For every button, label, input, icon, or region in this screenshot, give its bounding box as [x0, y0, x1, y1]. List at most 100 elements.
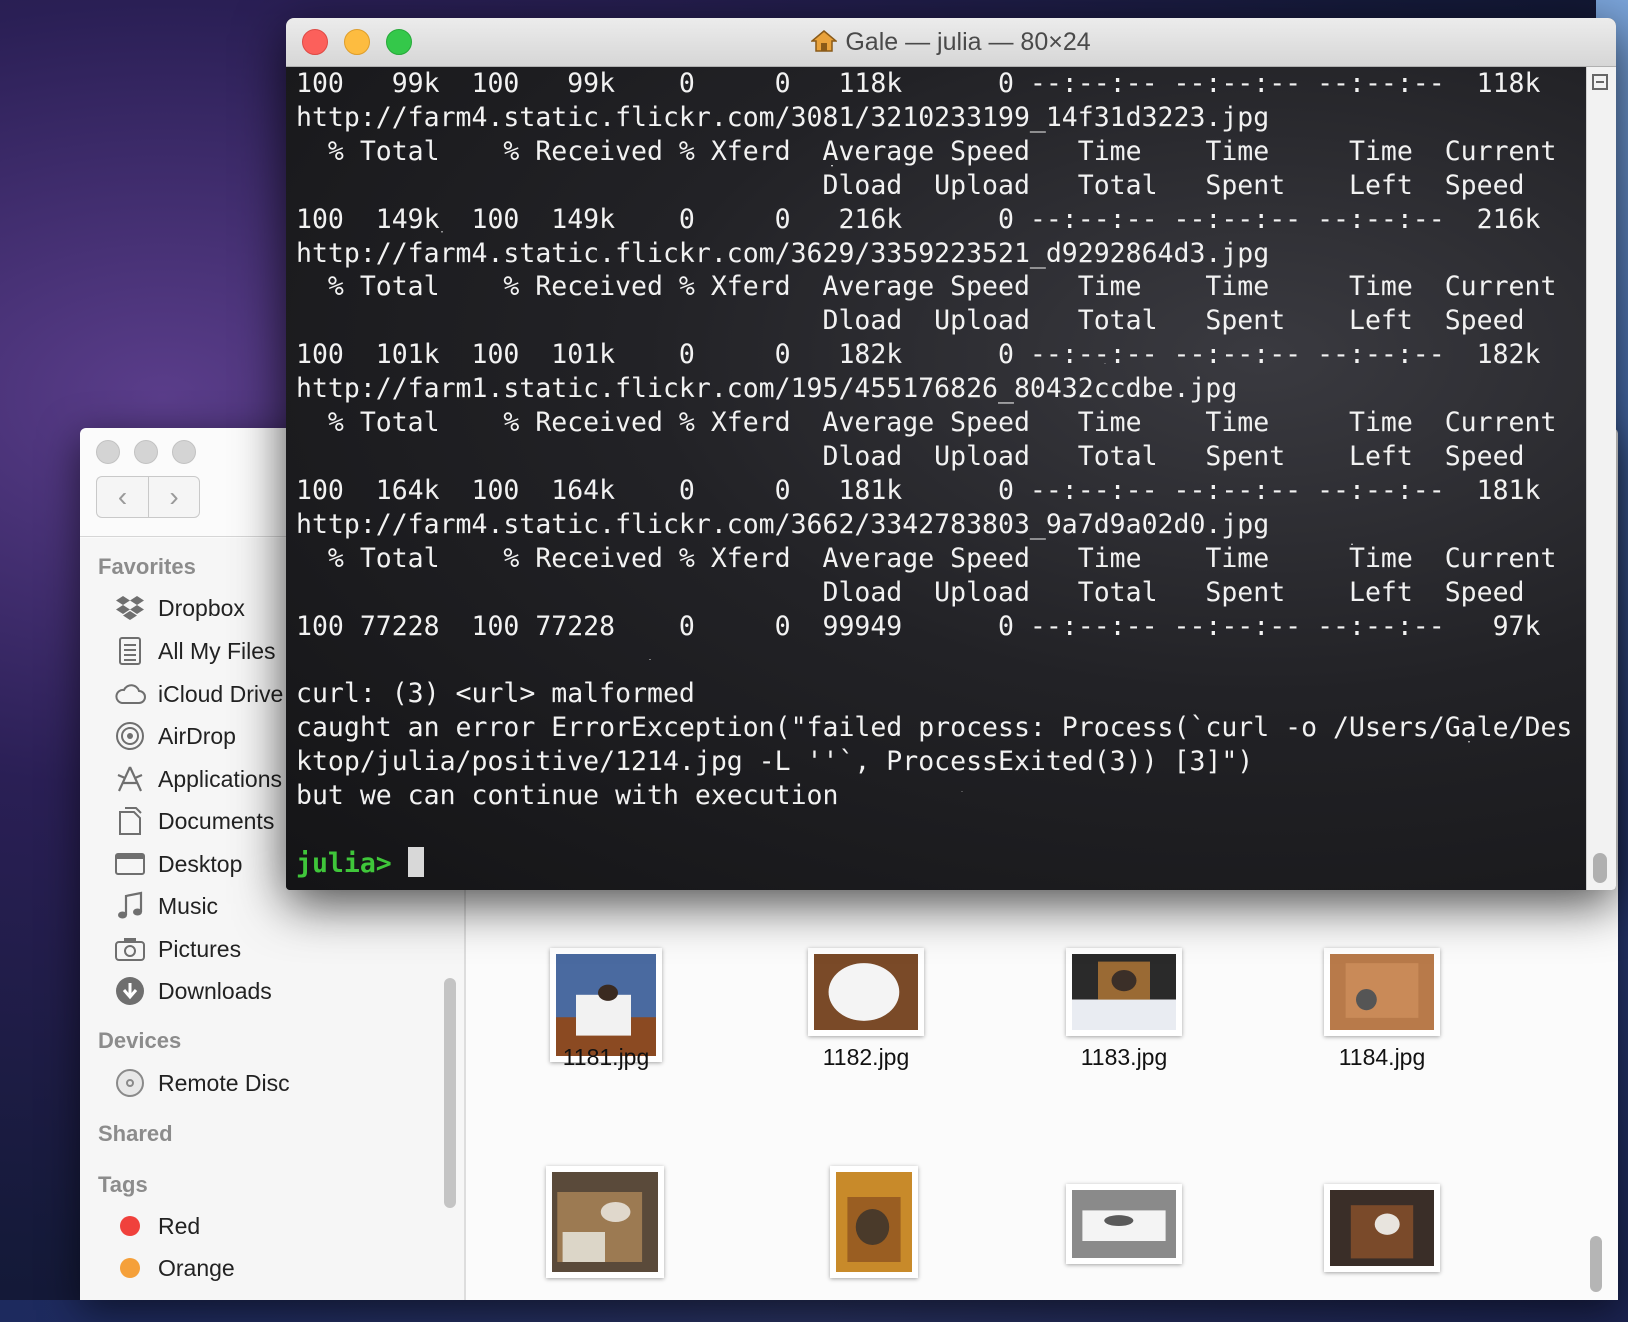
- sidebar-heading-shared: Shared: [98, 1121, 173, 1146]
- terminal-output-lines: 100 99k 100 99k 0 0 118k 0 --:--:-- --:-…: [296, 68, 1572, 811]
- terminal-line: but we can continue with execution: [296, 780, 839, 812]
- sidebar-item-label: Desktop: [158, 850, 243, 877]
- sidebar-item-airdrop[interactable]: AirDrop: [114, 716, 236, 756]
- sidebar-item-applications[interactable]: Applications: [114, 759, 282, 799]
- terminal-line: % Total % Received % Xferd Average Speed…: [327, 407, 1557, 439]
- terminal-line: Dload Upload Total Spent Left Speed: [822, 576, 1525, 608]
- terminal-content[interactable]: 100 99k 100 99k 0 0 118k 0 --:--:-- --:-…: [286, 67, 1586, 890]
- cat-photo-icon: [1072, 954, 1176, 1030]
- pictures-icon: [114, 933, 146, 965]
- sidebar-item-label: Music: [158, 892, 219, 919]
- cat-photo-icon: [556, 954, 656, 1056]
- music-icon: [114, 890, 146, 922]
- terminal-line: 100 99k 100 99k 0 0 118k 0 --:--:-- --:-…: [296, 68, 1541, 99]
- file-thumbnail-1184[interactable]: [1324, 948, 1440, 1036]
- airdrop-icon: [114, 720, 146, 752]
- sidebar-heading-devices: Devices: [98, 1028, 182, 1053]
- terminal-scrollbar-track[interactable]: [1586, 67, 1616, 890]
- terminal-line: Dload Upload Total Spent Left Speed: [822, 440, 1525, 472]
- sidebar-item-downloads[interactable]: Downloads: [114, 971, 272, 1011]
- terminal-scrollbar-thumb[interactable]: [1593, 853, 1607, 883]
- terminal-line: caught an error ErrorException("failed p…: [296, 712, 1573, 744]
- file-name: 1181.jpg: [562, 1044, 650, 1070]
- terminal-output: 100 99k 100 99k 0 0 118k 0 --:--:-- --:-…: [296, 67, 1572, 881]
- chevron-left-icon: ‹: [117, 481, 128, 512]
- terminal-line: % Total % Received % Xferd Average Speed…: [327, 271, 1557, 303]
- icloud-icon: [114, 678, 146, 710]
- terminal-titlebar[interactable]: Gale — julia — 80×24: [286, 18, 1616, 67]
- cat-photo-icon: [1330, 1190, 1434, 1266]
- sidebar-item-label: Orange: [158, 1254, 235, 1281]
- finder-zoom-button[interactable]: [172, 440, 196, 464]
- terminal-cursor: [407, 846, 424, 877]
- forward-button[interactable]: ›: [148, 476, 200, 518]
- sidebar-item-label: Pictures: [158, 935, 242, 962]
- file-thumbnail[interactable]: [546, 1166, 664, 1278]
- cat-photo-icon: [552, 1172, 658, 1272]
- terminal-line: % Total % Received % Xferd Average Speed…: [327, 542, 1557, 574]
- downloads-icon: [114, 975, 146, 1007]
- file-thumbnail[interactable]: [1324, 1184, 1440, 1272]
- finder-nav-buttons: ‹ ›: [96, 476, 200, 518]
- file-thumbnail[interactable]: [1066, 1184, 1182, 1264]
- sidebar-item-remote-disc[interactable]: Remote Disc: [114, 1063, 290, 1103]
- sidebar-item-music[interactable]: Music: [114, 886, 218, 926]
- sidebar-item-label: Applications: [158, 765, 283, 792]
- file-name: 1184.jpg: [1338, 1044, 1426, 1070]
- chevron-right-icon: ›: [169, 481, 179, 512]
- terminal-line: 100 164k 100 164k 0 0 181k 0 --:--:-- --…: [296, 474, 1541, 506]
- finder-minimize-button[interactable]: [134, 440, 158, 464]
- sidebar-item-label: Remote Disc: [158, 1069, 290, 1096]
- cat-photo-icon: [836, 1172, 912, 1272]
- terminal-line: % Total % Received % Xferd Average Speed…: [327, 135, 1557, 167]
- terminal-window: Gale — julia — 80×24 100 99k 100 99k 0 0…: [286, 18, 1616, 890]
- sidebar-item-pictures[interactable]: Pictures: [114, 929, 241, 969]
- split-pane-icon[interactable]: [1592, 74, 1608, 90]
- terminal-line: 100 149k 100 149k 0 0 216k 0 --:--:-- --…: [296, 203, 1541, 235]
- sidebar-item-label: Documents: [158, 807, 275, 834]
- applications-icon: [114, 763, 146, 795]
- sidebar-item-label: AirDrop: [158, 722, 236, 749]
- file-thumbnail-1182[interactable]: [808, 948, 924, 1036]
- sidebar-item-documents[interactable]: Documents: [114, 801, 274, 841]
- sidebar-item-label: All My Files: [158, 637, 276, 664]
- file-grid-scrollbar[interactable]: [1590, 1236, 1602, 1292]
- sidebar-heading-favorites: Favorites: [98, 554, 196, 579]
- red-tag-dot: [120, 1216, 140, 1236]
- sidebar-item-label: Downloads: [158, 977, 272, 1004]
- back-button[interactable]: ‹: [96, 476, 148, 518]
- terminal-line: ktop/julia/positive/1214.jpg -L ''`, Pro…: [296, 746, 1254, 778]
- terminal-title: Gale — julia — 80×24: [286, 28, 1616, 60]
- remote-disc-icon: [114, 1067, 146, 1099]
- sidebar-heading-tags: Tags: [98, 1172, 148, 1197]
- file-thumbnail[interactable]: [830, 1166, 918, 1278]
- cat-photo-icon: [1072, 1190, 1176, 1258]
- cat-photo-icon: [814, 954, 918, 1030]
- julia-prompt: julia>: [296, 847, 392, 879]
- desktop-background-bottom: [0, 1300, 1628, 1322]
- sidebar-scrollbar[interactable]: [444, 978, 456, 1208]
- terminal-line: http://farm4.static.flickr.com/3662/3342…: [296, 508, 1270, 540]
- terminal-line: curl: (3) <url> malformed: [296, 678, 695, 710]
- file-thumbnail-1183[interactable]: [1066, 948, 1182, 1036]
- sidebar-item-all-my-files[interactable]: All My Files: [114, 631, 276, 671]
- sidebar-item-desktop[interactable]: Desktop: [114, 844, 242, 884]
- sidebar-item-dropbox[interactable]: Dropbox: [114, 588, 245, 628]
- sidebar-tag-red[interactable]: Red: [114, 1206, 200, 1246]
- finder-window-controls: [96, 440, 196, 464]
- terminal-line: Dload Upload Total Spent Left Speed: [822, 305, 1525, 337]
- sidebar-item-icloud-drive[interactable]: iCloud Drive: [114, 674, 283, 714]
- finder-close-button[interactable]: [96, 440, 120, 464]
- sidebar-item-label: iCloud Drive: [158, 680, 284, 707]
- terminal-line: Dload Upload Total Spent Left Speed: [822, 169, 1525, 201]
- terminal-title-text: Gale — julia — 80×24: [845, 28, 1091, 56]
- terminal-line: http://farm4.static.flickr.com/3629/3359…: [296, 237, 1270, 269]
- home-icon: [810, 29, 839, 60]
- desktop-icon: [114, 848, 146, 880]
- sidebar-item-label: Dropbox: [158, 594, 245, 621]
- sidebar-tag-orange[interactable]: Orange: [114, 1248, 235, 1288]
- dropbox-icon: [114, 592, 146, 624]
- all-my-files-icon: [114, 635, 146, 667]
- terminal-line: 100 101k 100 101k 0 0 182k 0 --:--:-- --…: [296, 339, 1541, 371]
- cat-photo-icon: [1330, 954, 1434, 1030]
